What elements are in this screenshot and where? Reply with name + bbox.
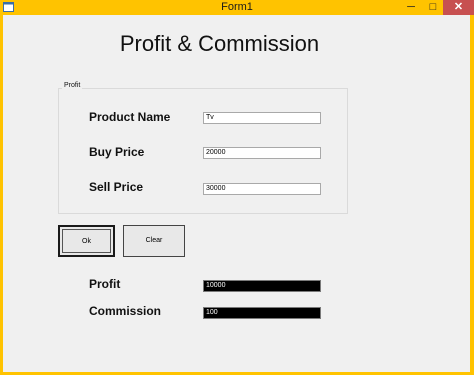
commission-output[interactable]: 100	[203, 307, 321, 319]
sell-price-input[interactable]: 30000	[203, 183, 321, 195]
product-name-label: Product Name	[89, 110, 171, 124]
clear-button[interactable]: Clear	[123, 225, 185, 257]
minimize-button[interactable]: ─	[401, 0, 421, 15]
page-title: Profit & Commission	[119, 31, 320, 56]
maximize-button[interactable]: □	[423, 0, 443, 15]
product-name-input[interactable]: Tv	[203, 112, 321, 124]
buy-price-label: Buy Price	[89, 145, 145, 159]
title-bar[interactable]: Form1 ─ □ ✕	[0, 0, 474, 15]
commission-label: Commission	[89, 304, 162, 318]
clear-button-label: Clear	[145, 237, 163, 244]
form-client-area: Profit & Commission Profit Product Name …	[3, 15, 470, 372]
buy-price-input[interactable]: 20000	[203, 147, 321, 159]
sell-price-label: Sell Price	[89, 180, 144, 194]
app-window: Form1 ─ □ ✕ Profit & Commission Profit P…	[0, 0, 474, 375]
profit-label: Profit	[89, 277, 121, 291]
focus-rectangle	[62, 229, 111, 253]
profit-output[interactable]: 10000	[203, 280, 321, 292]
groupbox-legend: Profit	[62, 82, 83, 89]
ok-button[interactable]: Ok	[58, 225, 115, 257]
close-button[interactable]: ✕	[443, 0, 474, 15]
